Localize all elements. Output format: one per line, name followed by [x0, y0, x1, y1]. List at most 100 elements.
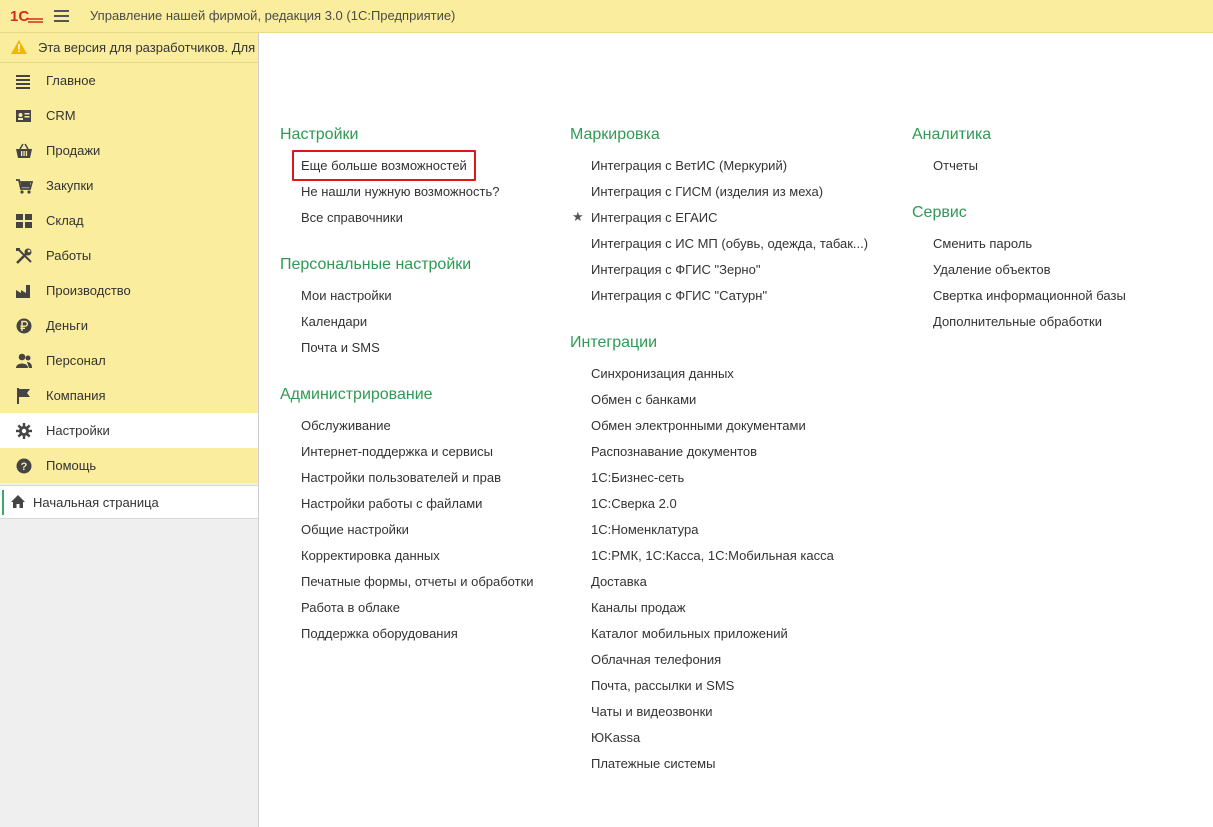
- flag-icon: [17, 388, 30, 404]
- favorite-star-icon[interactable]: ★: [572, 209, 584, 225]
- gear-icon: [16, 423, 32, 439]
- link-integration-item[interactable]: Доставка: [591, 574, 647, 589]
- main-content: Настройки Еще больше возможностей Не наш…: [259, 33, 1213, 827]
- link-integration-item[interactable]: Распознавание документов: [591, 444, 757, 459]
- banner-text: Эта версия для разработчиков. Для исполь…: [38, 40, 258, 55]
- section-label: Работы: [46, 248, 92, 263]
- link-marking-item[interactable]: Интеграция с ВетИС (Меркурий): [591, 158, 787, 173]
- link-admin-item[interactable]: Печатные формы, отчеты и обработки: [301, 574, 534, 589]
- group-title-administration: Администрирование: [280, 386, 433, 403]
- section-label: Компания: [46, 388, 106, 403]
- svg-text:?: ?: [21, 461, 28, 473]
- section-label: Помощь: [46, 458, 97, 473]
- link-admin-item[interactable]: Настройки работы с файлами: [301, 496, 482, 511]
- link-service-item[interactable]: Дополнительные обработки: [933, 314, 1102, 329]
- section-production[interactable]: Производство: [0, 273, 258, 308]
- link-marking-item[interactable]: Интеграция с ФГИС "Сатурн": [591, 288, 767, 303]
- link-integration-item[interactable]: 1С:Сверка 2.0: [591, 496, 677, 511]
- link-integration-item[interactable]: Платежные системы: [591, 756, 715, 771]
- link-admin-item[interactable]: Корректировка данных: [301, 548, 440, 563]
- link-more-features[interactable]: Еще больше возможностей: [301, 158, 467, 173]
- link-all-catalogs[interactable]: Все справочники: [301, 210, 403, 225]
- link-integration-item[interactable]: ЮKassa: [591, 730, 640, 745]
- group-title-integrations: Интеграции: [570, 334, 658, 351]
- contact-card-icon: [16, 110, 31, 122]
- section-label: Деньги: [46, 318, 88, 333]
- section-settings[interactable]: Настройки: [0, 413, 258, 448]
- link-integration-item[interactable]: 1С:Номенклатура: [591, 522, 698, 537]
- link-integration-item[interactable]: Обмен электронными документами: [591, 418, 806, 433]
- link-admin-item[interactable]: Общие настройки: [301, 522, 409, 537]
- link-integration-item[interactable]: Каталог мобильных приложений: [591, 626, 788, 641]
- section-label: Продажи: [46, 143, 101, 158]
- link-reports[interactable]: Отчеты: [933, 158, 978, 173]
- link-admin-item[interactable]: Интернет-поддержка и сервисы: [301, 444, 493, 459]
- home-page-item[interactable]: Начальная страница: [0, 485, 258, 519]
- home-icon: [11, 495, 25, 508]
- section-label: Производство: [46, 283, 131, 298]
- group-title-service: Сервис: [912, 204, 967, 221]
- tools-icon: [16, 248, 32, 264]
- section-company[interactable]: Компания: [0, 378, 258, 413]
- section-purchases[interactable]: Закупки: [0, 168, 258, 203]
- grid-icon: [16, 214, 32, 228]
- sidebar: Эта версия для разработчиков. Для исполь…: [0, 33, 259, 827]
- link-marking-item[interactable]: Интеграция с ИС МП (обувь, одежда, табак…: [591, 236, 868, 251]
- link-integration-item[interactable]: 1С:РМК, 1С:Касса, 1С:Мобильная касса: [591, 548, 834, 563]
- 1c-logo: 1С: [10, 8, 43, 25]
- link-integration-item[interactable]: Почта, рассылки и SMS: [591, 678, 734, 693]
- main-menu-icon[interactable]: [54, 8, 70, 24]
- section-money[interactable]: Деньги: [0, 308, 258, 343]
- link-not-found-feature[interactable]: Не нашли нужную возможность?: [301, 184, 499, 199]
- title-bar: 1С Управление нашей фирмой, редакция 3.0…: [0, 0, 1213, 33]
- section-label: Главное: [46, 73, 96, 88]
- menu-lines-icon: [16, 75, 30, 89]
- link-calendars[interactable]: Календари: [301, 314, 367, 329]
- section-main[interactable]: Главное: [0, 63, 258, 98]
- section-label: Настройки: [46, 423, 110, 438]
- link-service-item[interactable]: Сменить пароль: [933, 236, 1032, 251]
- link-marking-item[interactable]: Интеграция с ФГИС "Зерно": [591, 262, 760, 277]
- section-works[interactable]: Работы: [0, 238, 258, 273]
- link-admin-item[interactable]: Поддержка оборудования: [301, 626, 458, 641]
- link-integration-item[interactable]: Обмен с банками: [591, 392, 696, 407]
- sections-panel: Главное CRM Продажи Закупки Склад Работы…: [0, 63, 258, 483]
- warning-icon: [11, 40, 27, 54]
- group-title-marking: Маркировка: [570, 126, 660, 143]
- section-personnel[interactable]: Персонал: [0, 343, 258, 378]
- factory-icon: [16, 285, 30, 298]
- developer-version-banner[interactable]: Эта версия для разработчиков. Для исполь…: [0, 33, 258, 63]
- link-integration-item[interactable]: Облачная телефония: [591, 652, 721, 667]
- section-crm[interactable]: CRM: [0, 98, 258, 133]
- link-my-settings[interactable]: Мои настройки: [301, 288, 392, 303]
- link-integration-item[interactable]: 1С:Бизнес-сеть: [591, 470, 684, 485]
- link-integration-item[interactable]: Синхронизация данных: [591, 366, 734, 381]
- window-title: Управление нашей фирмой, редакция 3.0 (1…: [90, 8, 456, 23]
- group-title-settings: Настройки: [280, 126, 359, 143]
- section-label: Закупки: [46, 178, 94, 193]
- section-warehouse[interactable]: Склад: [0, 203, 258, 238]
- section-label: Склад: [46, 213, 84, 228]
- ruble-icon: [16, 318, 32, 334]
- link-admin-item[interactable]: Обслуживание: [301, 418, 391, 433]
- section-label: Персонал: [46, 353, 106, 368]
- basket-icon: [16, 143, 32, 158]
- link-mail-sms[interactable]: Почта и SMS: [301, 340, 380, 355]
- link-service-item[interactable]: Удаление объектов: [933, 262, 1051, 277]
- link-admin-item[interactable]: Работа в облаке: [301, 600, 400, 615]
- group-title-personal-settings: Персональные настройки: [280, 256, 472, 273]
- group-title-analytics: Аналитика: [912, 126, 992, 143]
- section-label: CRM: [46, 108, 76, 123]
- link-marking-item[interactable]: Интеграция с ГИСМ (изделия из меха): [591, 184, 823, 199]
- link-admin-item[interactable]: Настройки пользователей и прав: [301, 470, 501, 485]
- link-integration-item[interactable]: Чаты и видеозвонки: [591, 704, 713, 719]
- svg-text:1С: 1С: [10, 8, 29, 25]
- section-sales[interactable]: Продажи: [0, 133, 258, 168]
- link-marking-item[interactable]: Интеграция с ЕГАИС: [591, 210, 717, 225]
- section-help[interactable]: ? Помощь: [0, 448, 258, 483]
- link-integration-item[interactable]: Каналы продаж: [591, 600, 685, 615]
- help-icon: ?: [16, 458, 32, 474]
- link-service-item[interactable]: Свертка информационной базы: [933, 288, 1126, 303]
- active-marker: [2, 490, 4, 515]
- people-icon: [16, 353, 32, 368]
